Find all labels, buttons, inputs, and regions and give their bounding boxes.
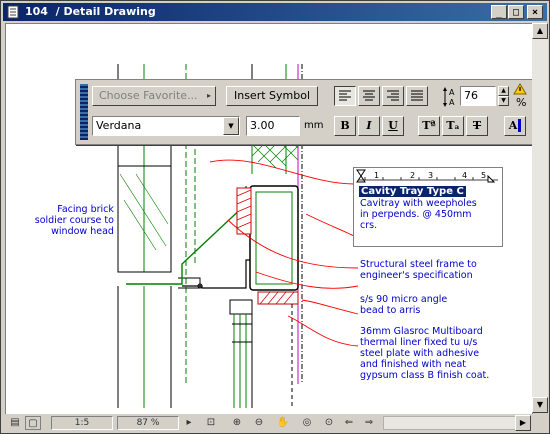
arrow-up-icon: ▲ [536,26,544,35]
width-unit-label: % [516,96,527,109]
scale-field[interactable]: 1:5 [51,416,113,430]
horizontal-scrollbar[interactable] [383,416,523,430]
maximize-button[interactable]: □ [508,5,524,19]
align-justify-button[interactable] [406,86,428,106]
chevron-right-icon: ▸ [206,91,211,100]
zoom-window-icon[interactable]: ⊡ [203,416,219,430]
svg-text:A: A [449,98,455,107]
scroll-right-button[interactable]: ▶ [515,415,531,431]
svg-text:A: A [449,88,455,97]
close-button[interactable]: × [527,5,543,19]
text-box-heading[interactable]: Cavity Tray Type C [359,186,466,197]
window-title: 104 / Detail Drawing [25,5,156,18]
view-icon[interactable]: ▢ [25,416,41,430]
font-size-input[interactable]: 3.00 [246,116,300,136]
arrow-right-icon: ▶ [519,418,527,427]
align-right-button[interactable] [382,86,404,106]
zoom-out-icon[interactable]: ⊖ [251,416,267,430]
minimize-button[interactable]: _ [491,5,507,19]
align-left-icon [339,90,351,101]
annotation-facing-brick[interactable]: Facing brick soldier course to window he… [30,204,114,237]
ruler-tick-5: 5 [481,171,486,180]
ruler-tick-4: 4 [462,171,467,180]
fit-icon[interactable]: ◎ [299,416,315,430]
active-text-box[interactable]: 1 2 3 4 5 Cavity Tray Type C Cavitray wi… [353,167,503,247]
ruler-tick-3: 3 [428,171,433,180]
align-left-button[interactable] [334,86,356,106]
scroll-up-button[interactable]: ▲ [532,23,548,39]
italic-button[interactable]: I [358,116,380,136]
text-color-label: A [508,119,522,132]
title-bar[interactable]: 104 / Detail Drawing _ □ × [3,3,547,21]
layout-icon[interactable]: ▤ [7,416,23,430]
annotation-micro-angle[interactable]: s/s 90 micro angle bead to arris [360,294,447,316]
strikethrough-button[interactable]: T [466,116,488,136]
choose-favorite-label: Choose Favorite... [99,89,198,102]
zoom-next-icon[interactable]: ⇒ [361,416,377,430]
text-ruler: 1 2 3 4 5 [356,169,498,183]
font-name-select[interactable]: Verdana ▼ [92,116,240,136]
arrow-up-icon: ▲ [501,87,506,94]
underline-button[interactable]: U [382,116,404,136]
choose-favorite-dropdown[interactable]: Choose Favorite... ▸ [92,86,216,106]
annotation-glasroc[interactable]: 36mm Glasroc Multiboard thermal liner fi… [360,326,489,381]
status-bar: ▤ ▢ 1:5 87 % ▸ ⊡ ⊕ ⊖ ✋ ◎ ⊙ ⇐ ⇒ ▶ [3,414,547,432]
align-right-icon [387,90,399,101]
arrow-down-icon: ▼ [501,97,506,104]
document-icon [7,5,19,19]
zoom-icon[interactable]: ⊙ [321,416,337,430]
text-box-body[interactable]: Cavitray with weepholes in perpends. @ 4… [360,198,502,231]
align-center-button[interactable] [358,86,380,106]
zoom-previous-icon[interactable]: ⇐ [341,416,357,430]
text-formatting-palette[interactable]: Choose Favorite... ▸ Insert Symbol A A 7… [75,79,537,145]
ruler-tick-1: 1 [374,171,379,180]
width-up-button[interactable]: ▲ [498,86,509,96]
width-scale-icon: A A [443,87,455,107]
align-center-icon [363,90,375,101]
scroll-down-button[interactable]: ▼ [532,397,548,413]
arrow-right-icon[interactable]: ▸ [181,416,197,430]
align-justify-icon [411,90,423,101]
chevron-down-icon[interactable]: ▼ [223,117,239,135]
width-percent-input[interactable]: 76 [460,86,496,106]
bold-button[interactable]: B [334,116,356,136]
zoom-field[interactable]: 87 % [117,416,179,430]
warning-icon [513,83,527,95]
font-name-value: Verdana [96,119,142,132]
palette-drag-handle[interactable] [80,84,88,140]
zoom-in-icon[interactable]: ⊕ [229,416,245,430]
font-size-unit: mm [304,120,324,131]
width-down-button[interactable]: ▼ [498,96,509,106]
annotation-steel-frame[interactable]: Structural steel frame to engineer's spe… [360,259,477,281]
superscript-button[interactable]: Tª [418,116,440,136]
arrow-down-icon: ▼ [536,400,544,409]
insert-symbol-button[interactable]: Insert Symbol [226,86,318,106]
vertical-scrollbar[interactable]: ▲ ▼ [532,23,548,413]
application-window: 104 / Detail Drawing _ □ × Facing brick … [0,0,550,434]
ruler-tick-2: 2 [410,171,415,180]
text-color-button[interactable]: A [504,116,526,136]
subscript-button[interactable]: Tₐ [442,116,464,136]
pan-icon[interactable]: ✋ [275,416,291,430]
